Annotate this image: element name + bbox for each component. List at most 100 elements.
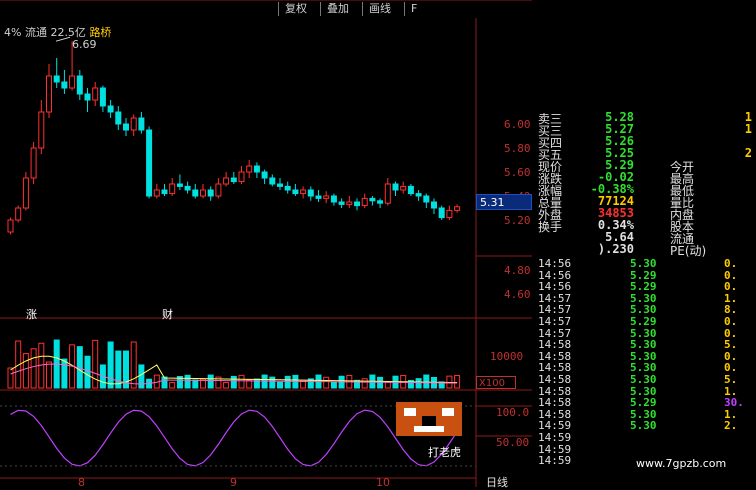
candle-body: [407, 185, 414, 195]
tick-row[interactable]: 14:57 5.29 0.: [534, 316, 756, 327]
price-tick: 6.00: [504, 118, 531, 131]
volume-bar: [269, 376, 276, 389]
candle-body: [184, 185, 191, 191]
high-pointer: [55, 36, 71, 42]
tick-row[interactable]: 14:59: [534, 444, 756, 455]
candle-body: [246, 165, 253, 173]
volume-bar: [30, 348, 37, 389]
tick-row[interactable]: 14:58 5.30 5.: [534, 374, 756, 385]
tick-price: 5.30: [630, 373, 657, 386]
volume-bar: [92, 339, 99, 389]
tick-price: 5.30: [630, 384, 657, 398]
volume-bar: [192, 379, 199, 389]
tick-row[interactable]: 14:56 5.30 0.: [534, 258, 756, 269]
tick-time: 14:56: [538, 280, 572, 294]
volume-bar: [423, 374, 430, 389]
candle-body: [22, 177, 29, 209]
quote-panel: 卖三 5.28 1 买三 5.27 1 买四 5.26 买五 5.25 2 现价 5.29 今开 涨跌 -0.…: [534, 110, 756, 258]
tick-volume: 0.: [724, 268, 738, 282]
volume-bar: [223, 381, 230, 389]
volume-bar: [22, 353, 29, 389]
tick-volume: 2.: [724, 419, 738, 433]
tick-row[interactable]: 14:56 5.29 0.: [534, 270, 756, 281]
candle-body: [115, 111, 122, 125]
volume-bar: [46, 361, 52, 389]
tick-price: 5.29: [630, 396, 657, 410]
candle-body: [400, 185, 407, 191]
candle-body: [431, 201, 437, 209]
candle-body: [69, 75, 76, 89]
tick-row[interactable]: 14:58 5.30 0.: [534, 351, 756, 362]
tick-time: 14:58: [538, 361, 572, 375]
candle-body: [207, 189, 214, 197]
volume-bar: [323, 376, 330, 389]
quote-label2: PE(动): [670, 244, 707, 258]
candle-body: [138, 117, 145, 131]
tick-price: 5.30: [630, 361, 657, 375]
tick-row[interactable]: 14:58 5.30 1.: [534, 409, 756, 420]
tick-price: 5.30: [630, 338, 657, 352]
candle-body: [169, 183, 176, 195]
volume-bar: [284, 375, 291, 389]
period-daily-tab[interactable]: 日线: [486, 474, 508, 490]
candle-body: [30, 147, 37, 179]
high-price-label: 6.69: [72, 38, 97, 51]
volume-bar: [107, 341, 114, 389]
candle-body: [307, 189, 314, 197]
tick-row[interactable]: 14:58 5.29 30.: [534, 397, 756, 408]
tick-volume: 0.: [724, 361, 738, 375]
tick-row[interactable]: 14:57 5.30 8.: [534, 304, 756, 315]
candle-body: [107, 105, 114, 113]
volume-bar: [84, 355, 91, 389]
watermark: www.7gpzb.com: [636, 457, 727, 470]
tick-time: 14:57: [538, 326, 572, 340]
candle-body: [215, 183, 222, 197]
volume-bar: [330, 381, 337, 389]
candle-body: [123, 123, 129, 131]
volume-bar: [454, 375, 461, 389]
candle-body: [7, 219, 14, 233]
tick-row[interactable]: 14:58 5.30 0.: [534, 362, 756, 373]
candle-body: [192, 189, 199, 197]
tick-price: 5.29: [630, 280, 657, 294]
volume-tick: 10000: [490, 350, 524, 363]
candle-body: [423, 195, 430, 203]
tick-volume: 0.: [724, 349, 738, 363]
x-axis-label: 10: [376, 476, 390, 489]
volume-bar: [115, 350, 122, 389]
tick-row[interactable]: 14:59 5.30 2.: [534, 420, 756, 431]
candle-body: [323, 195, 330, 199]
volume-unit: X100: [476, 376, 516, 389]
candle-body: [261, 171, 268, 179]
tick-time: 14:58: [538, 373, 572, 386]
tick-row[interactable]: 14:59: [534, 432, 756, 443]
kdj-tick: 50.00: [496, 436, 530, 449]
tick-volume: 1.: [724, 407, 738, 421]
tick-row[interactable]: 14:58 5.30 5.: [534, 339, 756, 350]
price-tick: 5.20: [504, 214, 531, 227]
tick-time: 14:56: [538, 257, 572, 270]
price-tick: 5.80: [504, 142, 531, 155]
candle-body: [446, 209, 453, 219]
tick-time: 14:57: [538, 303, 572, 317]
current-price-tag: 5.31: [476, 194, 532, 210]
candle-body: [415, 193, 422, 197]
candle-body: [146, 129, 153, 197]
tiger-logo: [396, 402, 462, 436]
price-tick: 4.60: [504, 288, 531, 301]
tick-list[interactable]: 14:56 5.30 0. 14:56 5.29 0. 14:56 5.29 0. 14:57 5.…: [534, 258, 756, 487]
volume-bar: [130, 341, 137, 389]
candle-body: [230, 177, 237, 183]
tick-row[interactable]: 14:58 5.30 1.: [534, 386, 756, 397]
tick-volume: 5.: [724, 373, 738, 386]
price-tick: 5.60: [504, 166, 531, 179]
quote-row: ).230 PE(动): [534, 242, 756, 258]
tick-row[interactable]: 14:57 5.30 1.: [534, 293, 756, 304]
tick-price: 5.30: [630, 291, 657, 305]
tick-row[interactable]: 14:57 5.30 0.: [534, 328, 756, 339]
tick-volume: 0.: [724, 257, 738, 270]
candle-body: [61, 81, 68, 89]
tick-row[interactable]: 14:56 5.29 0.: [534, 281, 756, 292]
candle-body: [330, 195, 337, 203]
tick-time: 14:59: [538, 419, 572, 433]
